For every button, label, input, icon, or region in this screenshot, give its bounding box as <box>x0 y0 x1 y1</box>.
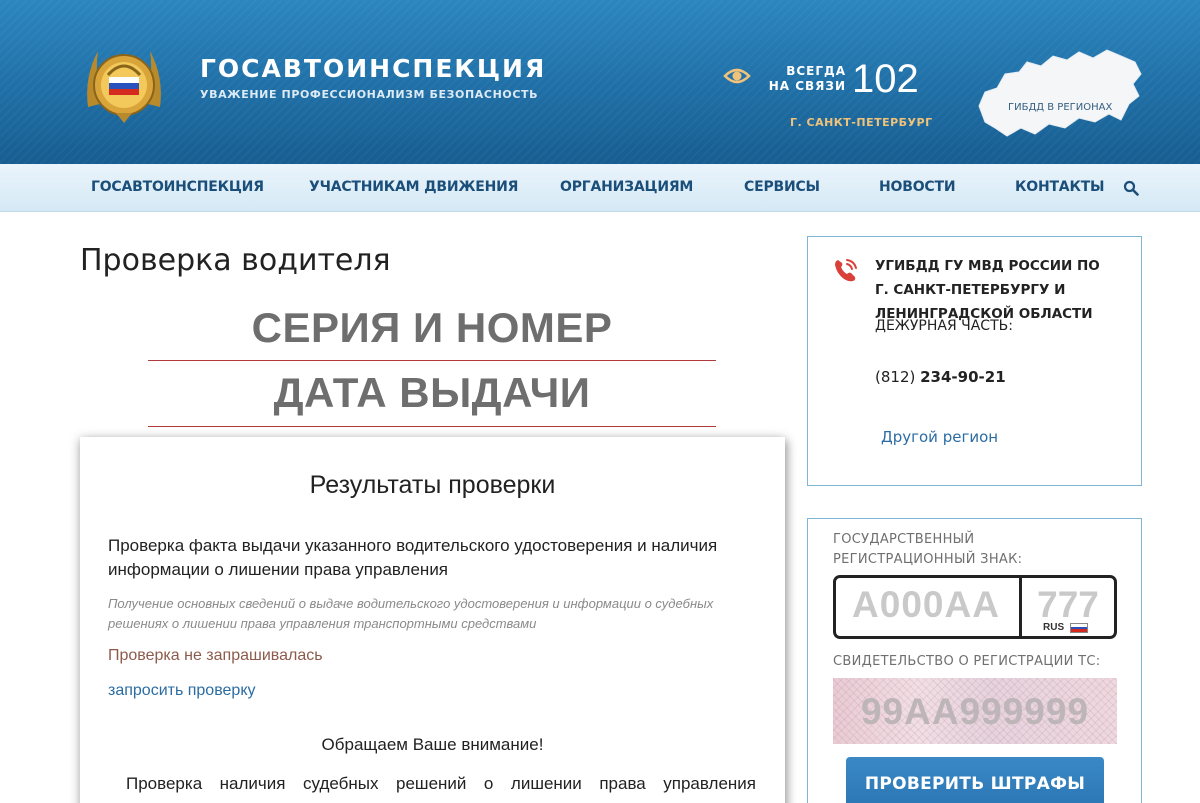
duty-phone[interactable]: (812) 234-90-21 <box>875 368 1006 386</box>
check-status: Проверка не запрашивалась <box>108 647 323 664</box>
site-header: ГОСАВТОИНСПЕКЦИЯ УВАЖЕНИЕ ПРОФЕССИОНАЛИЗ… <box>0 0 1200 164</box>
duty-label: ДЕЖУРНАЯ ЧАСТЬ: <box>875 318 1013 334</box>
search-icon[interactable] <box>1123 180 1139 196</box>
series-number-field[interactable]: СЕРИЯ И НОМЕР <box>148 304 716 352</box>
other-region-link[interactable]: Другой регион <box>881 428 998 446</box>
check-title: Проверка факта выдачи указанного водител… <box>108 536 718 579</box>
nav-item-organizations[interactable]: ОРГАНИЗАЦИЯМ <box>560 179 693 195</box>
gibdd-emblem-icon[interactable] <box>78 37 170 129</box>
eye-icon[interactable] <box>723 64 751 88</box>
department-name: УГИБДД ГУ МВД РОССИИ ПО Г. САНКТ-ПЕТЕРБУ… <box>875 258 1100 322</box>
plate-country-code: RUS <box>1043 622 1065 633</box>
sts-placeholder: 99АА999999 <box>860 691 1090 732</box>
brand-title[interactable]: ГОСАВТОИНСПЕКЦИЯ <box>200 54 546 83</box>
request-check-link[interactable]: запросить проверку <box>108 682 256 700</box>
phone-icon <box>835 259 857 282</box>
russia-map-icon[interactable] <box>975 44 1145 142</box>
nav-item-services[interactable]: СЕРВИСЫ <box>744 179 820 195</box>
attention-note: Проверка наличия судебных решений о лише… <box>126 774 756 793</box>
check-fines-button[interactable]: ПРОВЕРИТЬ ШТРАФЫ <box>846 757 1104 803</box>
main-navigation: ГОСАВТОИНСПЕКЦИЯ УЧАСТНИКАМ ДВИЖЕНИЯ ОРГ… <box>0 164 1200 212</box>
series-number-underline <box>148 360 716 361</box>
phone-number: 234-90-21 <box>920 368 1006 386</box>
plate-label: ГОСУДАРСТВЕННЫЙ РЕГИСТРАЦИОННЫЙ ЗНАК: <box>833 532 1023 567</box>
attention-heading: Обращаем Ваше внимание! <box>321 735 544 754</box>
plate-region-placeholder[interactable]: 777 <box>1022 584 1114 626</box>
results-title: Результаты проверки <box>309 471 556 499</box>
hotline-number[interactable]: 102 <box>852 57 919 102</box>
nav-item-news[interactable]: НОВОСТИ <box>879 179 956 195</box>
plate-number-placeholder[interactable]: А000АА <box>833 584 1019 626</box>
nav-item-traffic-participants[interactable]: УЧАСТНИКАМ ДВИЖЕНИЯ <box>309 179 518 195</box>
check-description: Получение основных сведений о выдаче вод… <box>108 596 714 631</box>
issue-date-underline <box>148 426 716 427</box>
sts-input[interactable]: 99АА999999 <box>833 678 1117 744</box>
sts-label: СВИДЕТЕЛЬСТВО О РЕГИСТРАЦИИ ТС: <box>833 654 1101 669</box>
results-card: Результаты проверки Проверка факта выдач… <box>80 437 785 803</box>
city-selector[interactable]: Г. САНКТ-ПЕТЕРБУРГ <box>790 116 933 129</box>
nav-item-gosavtoinspektsiya[interactable]: ГОСАВТОИНСПЕКЦИЯ <box>91 179 264 195</box>
regions-map-label[interactable]: ГИБДД В РЕГИОНАХ <box>1008 102 1112 113</box>
brand-subtitle: УВАЖЕНИЕ ПРОФЕССИОНАЛИЗМ БЕЗОПАСНОСТЬ <box>200 88 539 101</box>
nav-item-contacts[interactable]: КОНТАКТЫ <box>1015 179 1105 195</box>
issue-date-field[interactable]: ДАТА ВЫДАЧИ <box>148 369 716 417</box>
phone-code: (812) <box>875 368 916 386</box>
russian-flag-icon <box>1070 623 1088 633</box>
always-connected-label: ВСЕГДА НА СВЯЗИ <box>768 64 846 93</box>
page-title: Проверка водителя <box>80 243 391 278</box>
